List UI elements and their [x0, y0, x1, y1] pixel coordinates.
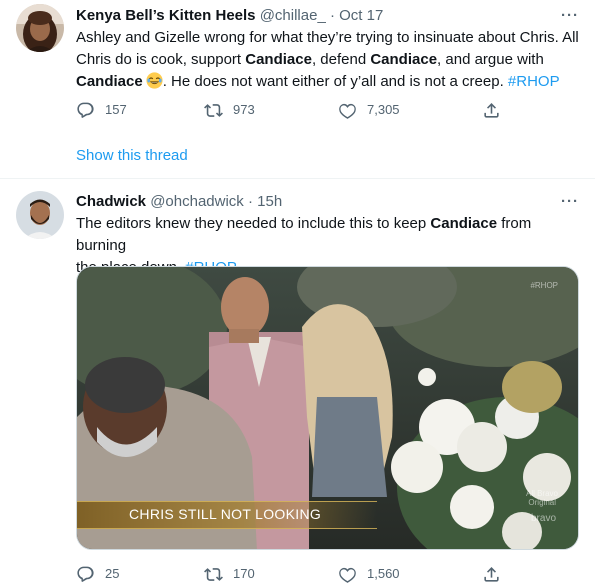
bold-mention: Candiace	[76, 73, 143, 90]
share-icon	[484, 102, 499, 118]
like-count: 1,560	[367, 566, 400, 581]
timestamp[interactable]: Oct 17	[339, 7, 383, 24]
like-button[interactable]: 1,560	[338, 564, 400, 584]
display-name[interactable]: Chadwick	[76, 193, 146, 210]
like-count: 7,305	[367, 102, 400, 117]
watermark-small-1: All Bravo	[525, 489, 558, 498]
reply-icon	[77, 102, 94, 118]
watermark-small-2: Original	[528, 498, 556, 507]
reply-button[interactable]: 25	[76, 564, 119, 584]
tweet-ohchadwick[interactable]: Chadwick @ohchadwick · 15h ··· The edito…	[0, 179, 595, 586]
retweet-icon	[204, 567, 223, 581]
bold-mention: Candiace	[430, 215, 498, 232]
retweet-button[interactable]: 973	[204, 100, 255, 120]
retweet-button[interactable]: 170	[204, 564, 255, 584]
timestamp[interactable]: 15h	[257, 193, 282, 210]
watermark-hashtag: #RHOP	[530, 281, 558, 290]
more-icon[interactable]: ···	[561, 6, 579, 26]
reply-count: 157	[105, 102, 127, 117]
reply-count: 25	[105, 566, 120, 581]
text-segment: Ashley and Gizelle wrong for what they’r…	[76, 29, 579, 46]
text-segment: , defend	[311, 51, 371, 68]
retweet-icon	[204, 103, 223, 117]
avatar[interactable]	[16, 191, 64, 239]
tweet-actions: 157 973 7,305	[76, 100, 506, 120]
hashtag-link[interactable]: #RHOP	[508, 73, 560, 90]
video-caption: CHRIS STILL NOT LOOKING	[77, 501, 377, 529]
tweet-header: Kenya Bell’s Kitten Heels @chillae_ · Oc…	[76, 6, 579, 26]
text-line: Candiace . He does not want either of y’…	[76, 71, 581, 93]
retweet-count: 170	[233, 566, 255, 581]
caption-text: CHRIS STILL NOT LOOKING	[129, 506, 322, 522]
avatar[interactable]	[16, 4, 64, 52]
tweet-text: Ashley and Gizelle wrong for what they’r…	[76, 27, 581, 93]
reply-button[interactable]: 157	[76, 100, 127, 120]
like-button[interactable]: 7,305	[338, 100, 400, 120]
share-icon	[484, 566, 499, 582]
user-handle[interactable]: @ohchadwick	[150, 193, 244, 210]
laughing-emoji	[146, 72, 163, 89]
text-segment: . He does not want either of y’all and i…	[162, 73, 508, 90]
like-icon	[339, 103, 356, 119]
share-button[interactable]	[482, 564, 511, 584]
text-segment: Chris do is cook, support	[76, 51, 246, 68]
text-line: Chris do is cook, support Candiace, defe…	[76, 49, 581, 71]
user-handle[interactable]: @chillae_	[260, 7, 326, 24]
separator-dot: ·	[247, 193, 253, 210]
tweet-actions: 25 170 1,560	[76, 564, 506, 584]
bold-mention: Candiace	[370, 51, 438, 68]
separator-dot: ·	[329, 7, 335, 24]
more-icon[interactable]: ···	[561, 192, 579, 212]
text-line: Ashley and Gizelle wrong for what they’r…	[76, 27, 581, 49]
bold-mention: Candiace	[245, 51, 312, 68]
like-icon	[339, 567, 356, 583]
retweet-count: 973	[233, 102, 255, 117]
tweet-header: Chadwick @ohchadwick · 15h ···	[76, 192, 579, 212]
tweet-media-image[interactable]: CHRIS STILL NOT LOOKING #RHOP All Bravo …	[76, 266, 579, 550]
text-segment: The editors knew they needed to include …	[76, 215, 431, 232]
show-thread-link[interactable]: Show this thread	[76, 146, 188, 166]
display-name[interactable]: Kenya Bell’s Kitten Heels	[76, 7, 256, 24]
text-line: The editors knew they needed to include …	[76, 213, 581, 257]
reply-icon	[77, 566, 94, 582]
text-segment: , and argue with	[437, 51, 544, 68]
share-button[interactable]	[482, 100, 511, 120]
tweet-chillae[interactable]: Kenya Bell’s Kitten Heels @chillae_ · Oc…	[0, 0, 595, 178]
bravo-logo: bravo	[530, 513, 556, 524]
